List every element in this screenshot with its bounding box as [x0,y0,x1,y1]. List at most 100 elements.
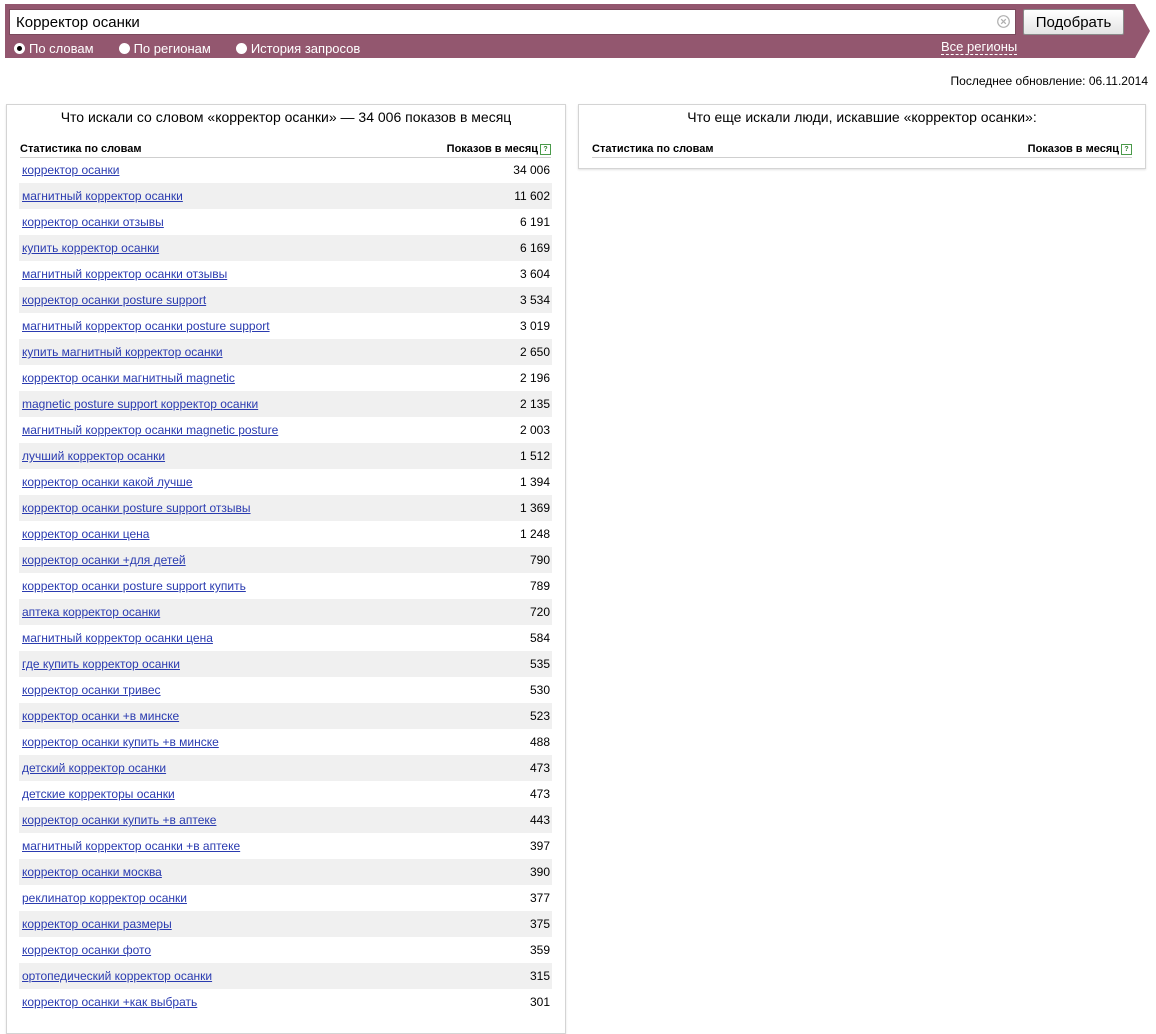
keyword-link[interactable]: корректор осанки купить +в аптеке [19,813,216,827]
table-row: магнитный корректор осанки magnetic post… [19,417,552,443]
keyword-count: 473 [529,787,550,801]
help-icon[interactable]: ? [540,143,551,155]
keyword-count: 789 [529,579,550,593]
mode-history-label: История запросов [250,40,361,56]
keyword-count: 377 [529,891,550,905]
mode-history[interactable]: История запросов [235,40,361,56]
keyword-link[interactable]: корректор осанки какой лучше [19,475,193,489]
keyword-count: 720 [529,605,550,619]
keyword-link[interactable]: магнитный корректор осанки [19,189,183,203]
keyword-count: 523 [529,709,550,723]
mode-by-words[interactable]: По словам [14,41,94,56]
keyword-link[interactable]: лучший корректор осанки [19,449,165,463]
keyword-count: 315 [529,969,550,983]
keyword-link[interactable]: детские корректоры осанки [19,787,175,801]
keyword-link[interactable]: корректор осанки posture support купить [19,579,246,593]
table-row: детские корректоры осанки 473 [19,781,552,807]
keyword-link[interactable]: аптека корректор осанки [19,605,160,619]
all-regions-link[interactable]: Все регионы [941,40,1018,55]
search-input[interactable] [10,10,990,34]
keyword-count: 1 512 [519,449,550,463]
table-row: ортопедический корректор осанки 315 [19,963,552,989]
table-row: купить магнитный корректор осанки 2 650 [19,339,552,365]
column-shows: Показов в месяц? [447,143,551,155]
keyword-link[interactable]: корректор осанки posture support отзывы [19,501,251,515]
left-table-header: Статистика по словам Показов в месяц? [20,141,551,158]
column-shows-label: Показов в месяц [1027,143,1119,155]
right-panel-title: Что еще искали люди, искавшие «корректор… [687,109,1037,125]
keyword-count: 2 196 [519,371,550,385]
search-box[interactable] [9,9,1016,35]
keyword-link[interactable]: корректор осанки магнитный magnetic [19,371,235,385]
left-panel: Что искали со словом «корректор осанки» … [6,104,566,1034]
keyword-link[interactable]: корректор осанки posture support [19,293,206,307]
right-panel: Что еще искали люди, искавшие «корректор… [578,104,1146,169]
keyword-link[interactable]: корректор осанки цена [19,527,149,541]
keyword-count: 6 169 [519,241,550,255]
mode-by-regions[interactable]: По регионам [118,40,211,56]
keyword-link[interactable]: корректор осанки москва [19,865,162,879]
keyword-count: 790 [529,553,550,567]
keyword-count: 488 [529,735,550,749]
keyword-link[interactable]: magnetic posture support корректор осанк… [19,397,258,411]
keyword-link[interactable]: корректор осанки фото [19,943,151,957]
header-arrow-decoration [1135,4,1150,58]
table-row: где купить корректор осанки 535 [19,651,552,677]
left-panel-title: Что искали со словом «корректор осанки» … [60,109,512,125]
keyword-count: 1 369 [519,501,550,515]
table-row: магнитный корректор осанки 11 602 [19,183,552,209]
table-row: корректор осанки отзывы 6 191 [19,209,552,235]
keyword-link[interactable]: детский корректор осанки [19,761,166,775]
keyword-link[interactable]: купить корректор осанки [19,241,159,255]
keyword-count: 584 [529,631,550,645]
clear-icon[interactable] [997,15,1010,28]
table-row: корректор осанки магнитный magnetic 2 196 [19,365,552,391]
keyword-link[interactable]: корректор осанки +в минске [19,709,179,723]
keyword-link[interactable]: корректор осанки [19,163,119,177]
keyword-link[interactable]: корректор осанки тривес [19,683,161,697]
help-icon[interactable]: ? [1121,143,1132,155]
column-shows-label: Показов в месяц [446,143,538,155]
keyword-count: 2 003 [519,423,550,437]
table-row: корректор осанки 34 006 [19,157,552,183]
table-row: магнитный корректор осанки posture suppo… [19,313,552,339]
keyword-link[interactable]: купить магнитный корректор осанки [19,345,223,359]
table-row: магнитный корректор осанки отзывы 3 604 [19,261,552,287]
right-table-header: Статистика по словам Показов в месяц? [592,141,1132,158]
keyword-link[interactable]: магнитный корректор осанки posture suppo… [19,319,270,333]
keyword-link[interactable]: магнитный корректор осанки отзывы [19,267,227,281]
keyword-count: 3 604 [519,267,550,281]
table-row: корректор осанки posture support 3 534 [19,287,552,313]
keyword-count: 3 534 [519,293,550,307]
keyword-count: 1 248 [519,527,550,541]
keyword-link[interactable]: корректор осанки размеры [19,917,172,931]
keyword-count: 11 602 [514,189,550,203]
keyword-link[interactable]: магнитный корректор осанки +в аптеке [19,839,240,853]
keyword-link[interactable]: ортопедический корректор осанки [19,969,212,983]
keyword-count: 1 394 [519,475,550,489]
last-update: Последнее обновление: 06.11.2014 [950,74,1148,88]
keyword-link[interactable]: магнитный корректор осанки magnetic post… [19,423,278,437]
radio-history[interactable] [235,42,247,54]
keyword-link[interactable]: корректор осанки купить +в минске [19,735,219,749]
keyword-link[interactable]: реклинатор корректор осанки [19,891,187,905]
keyword-count: 473 [529,761,550,775]
table-row: корректор осанки +как выбрать 301 [19,989,552,1015]
mode-by-regions-label: По регионам [133,40,211,56]
keyword-link[interactable]: корректор осанки +для детей [19,553,186,567]
radio-by-regions[interactable] [118,42,130,54]
submit-button[interactable]: Подобрать [1023,9,1124,35]
table-row: корректор осанки +в минске 523 [19,703,552,729]
keyword-count: 301 [529,995,550,1009]
keyword-link[interactable]: магнитный корректор осанки цена [19,631,213,645]
table-row: корректор осанки купить +в аптеке 443 [19,807,552,833]
table-row: аптека корректор осанки 720 [19,599,552,625]
keyword-link[interactable]: корректор осанки +как выбрать [19,995,197,1009]
radio-by-words[interactable] [14,42,25,54]
keyword-list: корректор осанки 34 006 магнитный корректо… [19,157,552,1015]
keyword-count: 390 [529,865,550,879]
keyword-link[interactable]: корректор осанки отзывы [19,215,164,229]
keyword-count: 2 650 [519,345,550,359]
table-row: корректор осанки размеры 375 [19,911,552,937]
keyword-link[interactable]: где купить корректор осанки [19,657,180,671]
